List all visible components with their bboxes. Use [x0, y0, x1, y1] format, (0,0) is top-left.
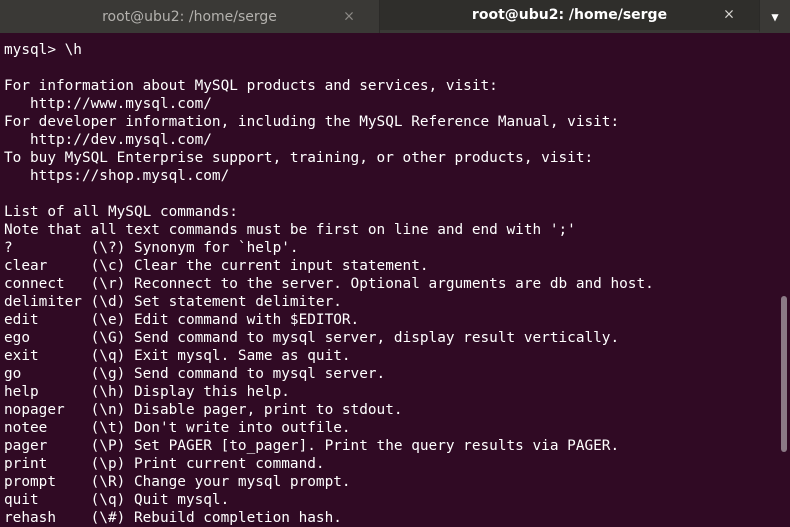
terminal-line: ? (\?) Synonym for `help'.	[4, 240, 299, 256]
terminal-line: print (\p) Print current command.	[4, 456, 325, 472]
tab-title: root@ubu2: /home/serge	[102, 8, 277, 25]
terminal-line: mysql> \h	[4, 42, 82, 58]
terminal-line: rehash (\#) Rebuild completion hash.	[4, 510, 342, 526]
terminal-line: exit (\q) Exit mysql. Same as quit.	[4, 348, 351, 364]
terminal-line: List of all MySQL commands:	[4, 204, 238, 220]
tab-bar: root@ubu2: /home/serge × root@ubu2: /hom…	[0, 0, 790, 33]
terminal-line: http://dev.mysql.com/	[4, 132, 212, 148]
terminal-line: http://www.mysql.com/	[4, 96, 212, 112]
terminal-line: connect (\r) Reconnect to the server. Op…	[4, 276, 654, 292]
close-icon[interactable]: ×	[722, 7, 736, 23]
terminal-output[interactable]: mysql> \h For information about MySQL pro…	[0, 33, 778, 527]
terminal-line: quit (\q) Quit mysql.	[4, 492, 230, 508]
scrollbar-thumb[interactable]	[781, 296, 787, 452]
terminal-line: https://shop.mysql.com/	[4, 168, 230, 184]
terminal-line: To buy MySQL Enterprise support, trainin…	[4, 150, 594, 166]
terminal-line: For information about MySQL products and…	[4, 78, 498, 94]
terminal-line: edit (\e) Edit command with $EDITOR.	[4, 312, 360, 328]
tab-terminal-2[interactable]: root@ubu2: /home/serge ×	[380, 0, 760, 33]
terminal-line: clear (\c) Clear the current input state…	[4, 258, 429, 274]
terminal-line: prompt (\R) Change your mysql prompt.	[4, 474, 351, 490]
terminal-line: nopager (\n) Disable pager, print to std…	[4, 402, 403, 418]
terminal-line: notee (\t) Don't write into outfile.	[4, 420, 351, 436]
chevron-down-icon: ▼	[771, 9, 779, 24]
terminal-text: mysql> \h For information about MySQL pro…	[4, 41, 654, 527]
terminal-line: delimiter (\d) Set statement delimiter.	[4, 294, 342, 310]
tab-terminal-1[interactable]: root@ubu2: /home/serge ×	[0, 0, 380, 33]
terminal-line: go (\g) Send command to mysql server.	[4, 366, 386, 382]
scrollbar[interactable]	[778, 33, 790, 527]
close-icon[interactable]: ×	[342, 8, 356, 24]
terminal-line: pager (\P) Set PAGER [to_pager]. Print t…	[4, 438, 620, 454]
tabs-menu-button[interactable]: ▼	[760, 0, 790, 33]
terminal-line: help (\h) Display this help.	[4, 384, 290, 400]
tab-title: root@ubu2: /home/serge	[471, 7, 668, 23]
terminal-line: ego (\G) Send command to mysql server, d…	[4, 330, 620, 346]
terminal-line: Note that all text commands must be firs…	[4, 222, 576, 238]
terminal-line: For developer information, including the…	[4, 114, 620, 130]
